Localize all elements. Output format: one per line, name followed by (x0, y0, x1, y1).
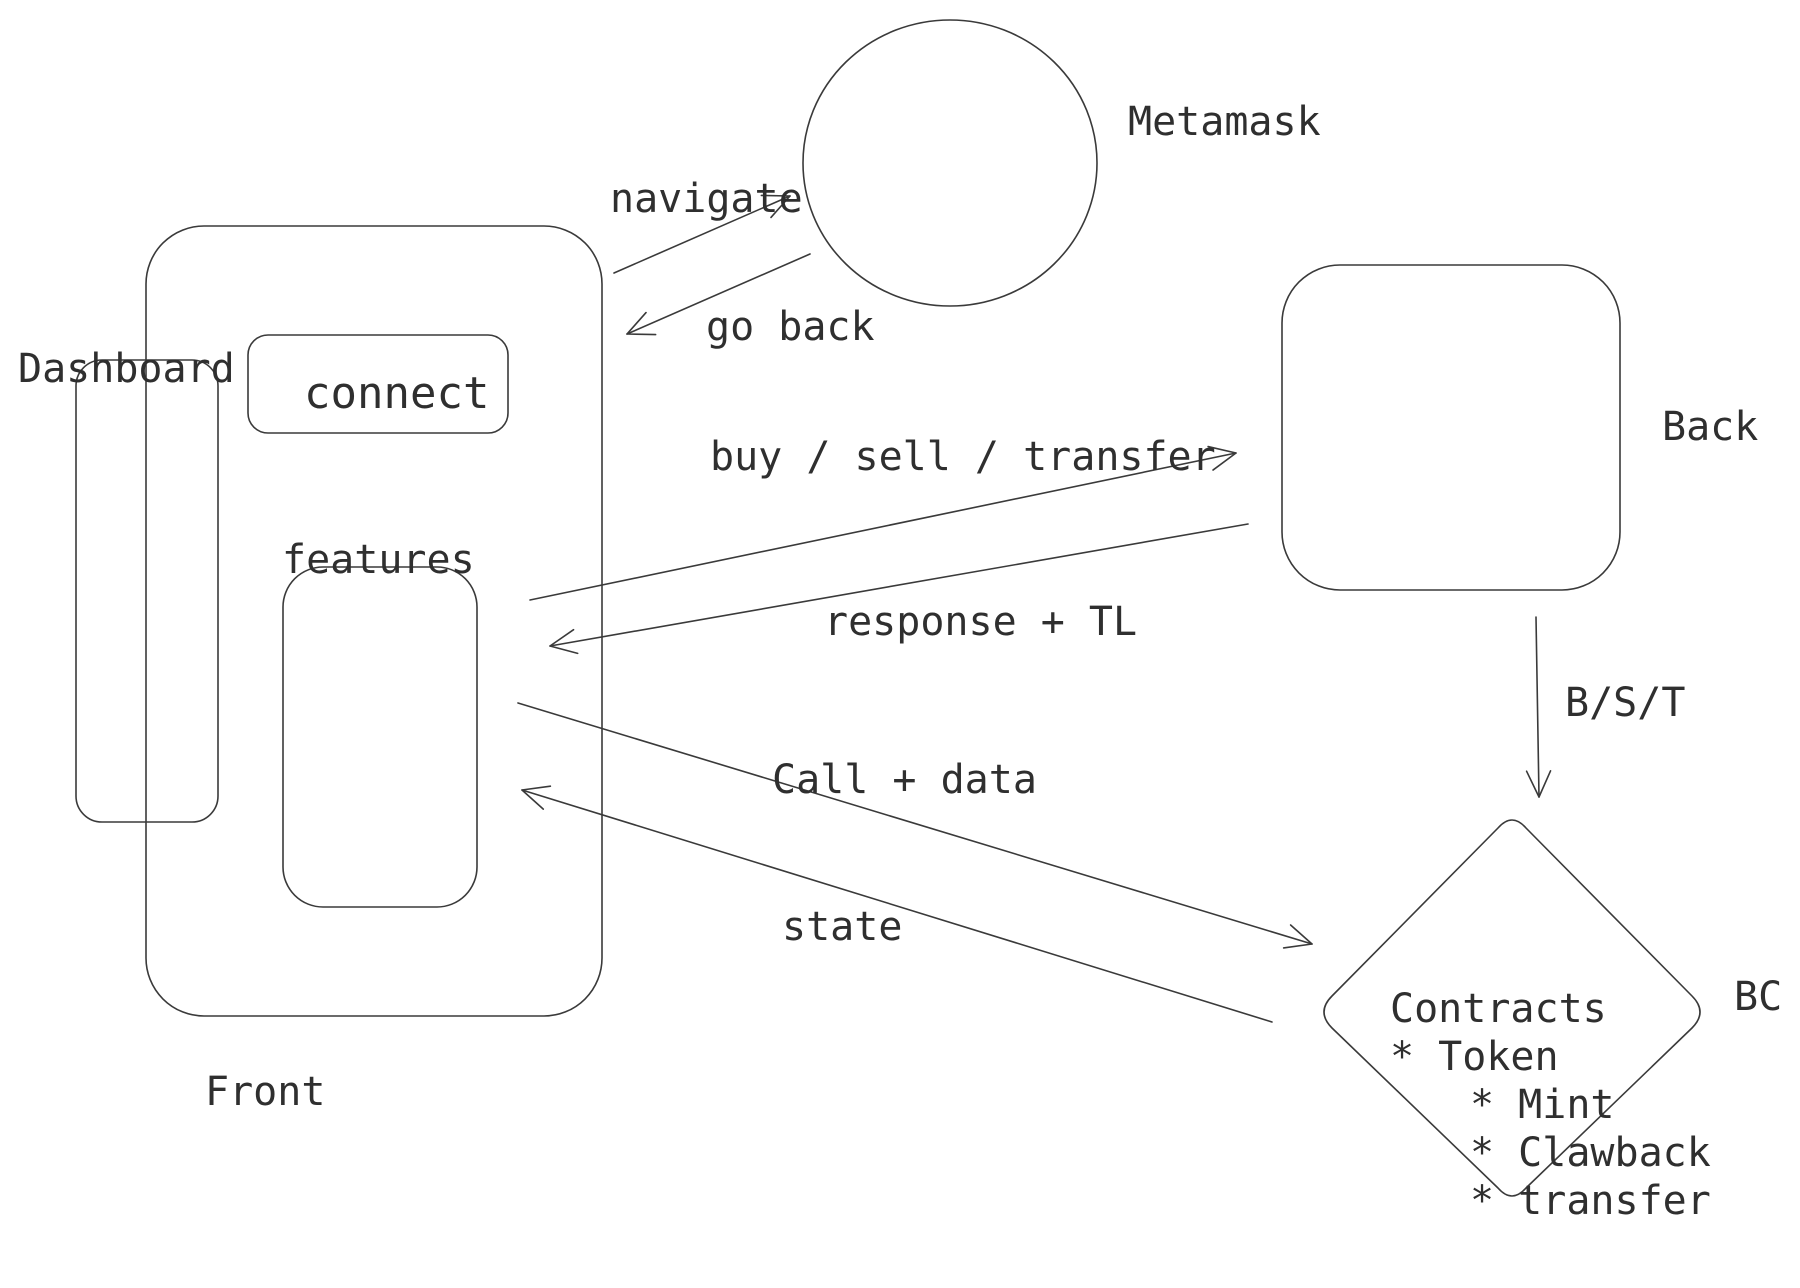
contracts-item-mint: * Mint (1470, 1082, 1615, 1128)
bst-label: B/S/T (1565, 680, 1685, 726)
features-box (282, 566, 478, 908)
connect-label: connect (304, 368, 489, 419)
metamask-circle (802, 19, 1098, 307)
front-box (145, 225, 603, 1017)
state-label: state (782, 904, 902, 950)
dashboard-label: Dashboard (18, 346, 235, 392)
navigate-label: navigate (610, 176, 803, 222)
metamask-label: Metamask (1128, 99, 1321, 145)
features-label: features (282, 537, 475, 583)
bst-arrow (1525, 616, 1552, 798)
front-label: Front (205, 1069, 325, 1115)
dashboard-box (75, 359, 219, 823)
call-data-label: Call + data (772, 757, 1037, 803)
back-box (1281, 264, 1621, 591)
response-tl-label: response + TL (824, 599, 1137, 645)
architecture-diagram: Front Dashboard connect features Metamas… (18, 19, 1782, 1224)
contracts-item-clawback: * Clawback (1470, 1130, 1711, 1176)
contracts-title: Contracts (1390, 986, 1607, 1032)
call-data-arrow (517, 702, 1313, 949)
contracts-item-token: * Token (1390, 1034, 1559, 1080)
buy-sell-transfer-label: buy / sell / transfer (710, 434, 1216, 480)
contracts-item-transfer: * transfer (1470, 1178, 1711, 1224)
bc-label: BC (1734, 974, 1782, 1020)
go-back-label: go back (706, 304, 875, 350)
back-label: Back (1662, 404, 1758, 450)
